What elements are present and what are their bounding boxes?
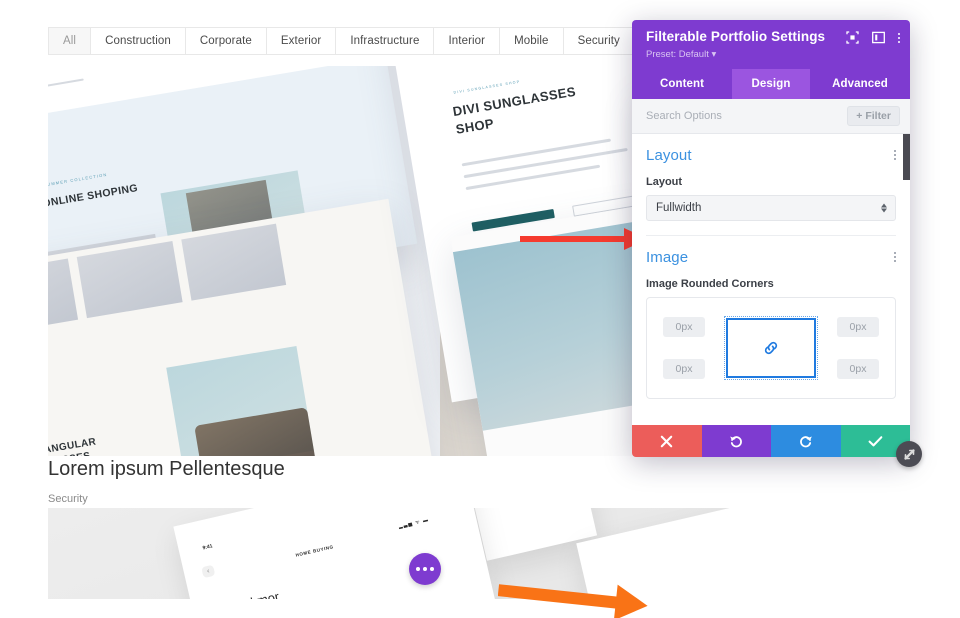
three-dots-icon <box>416 567 420 571</box>
kebab-dot <box>894 158 896 161</box>
mockup-body-line-e <box>465 164 601 190</box>
section-layout-options-icon[interactable] <box>894 150 896 161</box>
portfolio-filter-bar: All Construction Corporate Exterior Infr… <box>48 27 695 55</box>
panel-layout-icon[interactable] <box>872 31 885 44</box>
layout-field-label: Layout <box>646 175 683 188</box>
section-layout-header[interactable]: Layout <box>646 147 896 176</box>
fullscreen-icon[interactable] <box>846 31 859 44</box>
mockup2-status-icons: ▂▃▅ ᯤ ▬ <box>397 517 430 531</box>
tab-design[interactable]: Design <box>732 68 810 99</box>
filter-options-button[interactable]: + Filter <box>847 105 900 126</box>
modal-resize-handle[interactable] <box>896 441 922 467</box>
kebab-dot <box>894 252 896 255</box>
filter-tab-mobile[interactable]: Mobile <box>499 27 563 55</box>
kebab-dot <box>894 154 896 157</box>
section-image-options-icon[interactable] <box>894 252 896 263</box>
kebab-dot <box>894 260 896 263</box>
portfolio-item-title[interactable]: Lorem ipsum Pellentesque <box>48 458 285 481</box>
section-layout: Layout Layout Fullwidth <box>632 134 910 236</box>
section-image: Image Image Rounded Corners 0px 0px 0px … <box>632 236 910 399</box>
search-input[interactable] <box>646 109 806 122</box>
link-corners-icon <box>764 341 778 354</box>
modal-tab-bar: Content Design Advanced <box>632 68 910 99</box>
orange-arrow-annotation <box>498 584 648 618</box>
filter-tab-exterior[interactable]: Exterior <box>265 27 336 55</box>
filter-tab-infrastructure[interactable]: Infrastructure <box>335 27 434 55</box>
portfolio-item-category[interactable]: Security <box>48 493 88 505</box>
layout-select-wrap: Fullwidth <box>646 194 896 221</box>
modal-body: Layout Layout Fullwidth Image Image Roun… <box>632 133 910 425</box>
undo-button[interactable] <box>701 425 771 457</box>
chevron-down-icon: ▾ <box>711 48 717 60</box>
filter-tab-interior[interactable]: Interior <box>433 27 500 55</box>
module-hover-menu-button[interactable] <box>409 553 441 585</box>
check-icon <box>868 435 883 446</box>
modal-preset-label: Preset: Default <box>646 48 709 60</box>
close-icon <box>661 435 673 447</box>
filter-tab-corporate[interactable]: Corporate <box>184 27 266 55</box>
mockup-thumb-3 <box>180 223 287 301</box>
mockup-kicker: SUMMER COLLECTION <box>48 172 109 189</box>
cancel-button[interactable] <box>632 425 702 457</box>
section-image-header[interactable]: Image <box>646 249 896 278</box>
filter-tab-construction[interactable]: Construction <box>90 27 185 55</box>
mockup-title-line4: SHOP <box>454 114 496 137</box>
section-image-title: Image <box>646 248 689 266</box>
filter-tab-security[interactable]: Security <box>562 27 634 55</box>
three-dots-icon <box>423 567 427 571</box>
corner-input-bottom-right[interactable]: 0px <box>837 358 879 379</box>
corner-grid: 0px 0px 0px 0px <box>659 311 883 385</box>
more-options-icon[interactable] <box>898 32 900 43</box>
mockup-thumb-1 <box>48 258 79 336</box>
layout-select[interactable]: Fullwidth <box>646 194 896 221</box>
corner-input-top-right[interactable]: 0px <box>837 316 879 337</box>
mockup-kicker-3: DIVI SUNGLASSES SHOP <box>453 79 521 95</box>
red-arrow-annotation <box>520 228 648 250</box>
kebab-dot <box>898 40 900 43</box>
kebab-dot <box>898 32 900 35</box>
mockup-title-rectangular: RECTANGULAR SUNGLASSES <box>48 436 99 456</box>
three-dots-icon <box>430 567 434 571</box>
image-rounded-corners-label: Image Rounded Corners <box>646 277 774 290</box>
mockup2-headline-line1: Spend mor <box>215 589 280 599</box>
modal-scrollbar[interactable] <box>903 133 910 180</box>
kebab-dot <box>894 256 896 259</box>
mockup-title-online-shoping: ONLINE SHOPING <box>48 182 140 211</box>
corner-input-bottom-left[interactable]: 0px <box>663 358 705 379</box>
mockup2-phone-main: 9:41 ‹ HOME BUYING ▂▃▅ ᯤ ▬ Spend mor Yo <box>172 508 520 599</box>
mockup2-back-button: ‹ <box>200 564 215 578</box>
image-rounded-corners-control: 0px 0px 0px 0px <box>646 296 896 399</box>
kebab-dot <box>894 150 896 153</box>
corner-input-top-left[interactable]: 0px <box>663 316 705 337</box>
modal-preset-selector[interactable]: Preset: Default ▾ <box>646 49 898 60</box>
tab-content[interactable]: Content <box>632 69 732 99</box>
mockup2-headline: Spend mor Yo <box>215 589 284 599</box>
modal-footer <box>632 425 910 457</box>
redo-icon <box>800 435 813 447</box>
mockup2-nav-title: HOME BUYING <box>294 544 334 559</box>
kebab-dot <box>898 36 900 39</box>
mockup-thumb-2 <box>76 241 183 319</box>
modal-header: Filterable Portfolio Settings Preset: De… <box>632 20 910 69</box>
modal-search-bar: + Filter <box>632 98 910 134</box>
corner-link-toggle[interactable] <box>724 315 818 380</box>
section-layout-title: Layout <box>646 146 692 164</box>
mockup-body-line-c <box>461 137 611 166</box>
resize-diagonal-icon <box>903 448 915 460</box>
undo-icon <box>729 435 742 447</box>
mockup2-status-time: 9:41 <box>201 543 213 552</box>
modal-header-actions <box>846 31 900 44</box>
filter-tab-all[interactable]: All <box>48 27 91 55</box>
mockup-sheet-header <box>48 66 387 124</box>
redo-button[interactable] <box>771 425 841 457</box>
tab-advanced[interactable]: Advanced <box>810 69 910 99</box>
filterable-portfolio-settings-modal[interactable]: Filterable Portfolio Settings Preset: De… <box>632 20 910 457</box>
modal-scroll-area: Layout Layout Fullwidth Image Image Roun… <box>632 134 910 425</box>
